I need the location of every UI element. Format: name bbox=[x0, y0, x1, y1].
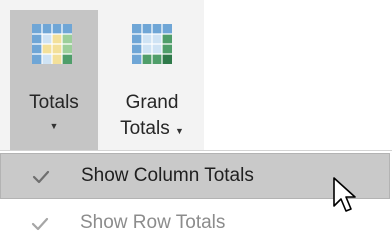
totals-button[interactable]: Totals ▼ bbox=[10, 10, 98, 152]
grand-totals-button[interactable]: Grand Totals ▼ bbox=[108, 10, 196, 152]
menu-item-label: Show Column Totals bbox=[81, 165, 254, 186]
check-icon bbox=[31, 217, 49, 231]
ribbon-group: Totals ▼ Grand Totals ▼ bbox=[0, 0, 204, 152]
arrow-cursor-icon bbox=[333, 177, 356, 212]
grand-totals-label-text: Totals bbox=[120, 118, 170, 139]
check-icon bbox=[32, 170, 50, 184]
grand-totals-label-line1: Grand bbox=[125, 92, 179, 113]
grand-totals-label-line2: Totals ▼ bbox=[108, 118, 196, 142]
menu-item-label: Show Row Totals bbox=[80, 212, 226, 233]
totals-grid-icon bbox=[32, 24, 72, 64]
chevron-down-icon: ▼ bbox=[175, 126, 184, 136]
totals-ribbon-screenshot: Totals ▼ Grand Totals ▼ Show Column Tota… bbox=[0, 0, 392, 248]
totals-caret-row: ▼ bbox=[10, 118, 98, 133]
chevron-down-icon: ▼ bbox=[49, 121, 59, 131]
grand-totals-grid-icon bbox=[132, 24, 172, 64]
totals-button-label: Totals bbox=[29, 92, 79, 113]
